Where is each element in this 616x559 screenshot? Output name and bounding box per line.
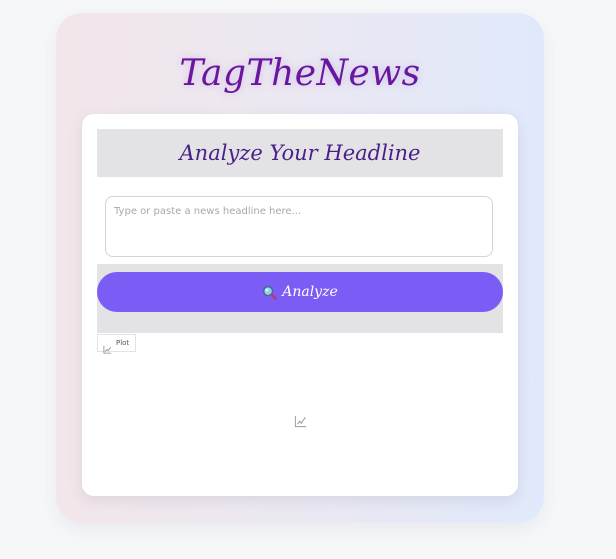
section-title: Analyze Your Headline [179, 141, 421, 165]
chart-placeholder-icon [294, 413, 307, 428]
magnifier-icon [262, 285, 277, 300]
plot-tab[interactable]: Plot [97, 334, 137, 354]
plot-tab-label: Plot [116, 339, 130, 347]
button-area: Analyze [97, 264, 503, 333]
chart-icon [103, 339, 112, 354]
headline-input[interactable] [105, 196, 493, 257]
app-container: TagTheNews Analyze Your Headline Analyze [56, 13, 544, 523]
analyze-card: Analyze Your Headline Analyze [82, 114, 518, 496]
analyze-button[interactable]: Analyze [97, 272, 503, 312]
section-header: Analyze Your Headline [97, 129, 503, 177]
app-title: TagTheNews [179, 53, 421, 94]
analyze-button-label: Analyze [282, 284, 338, 300]
